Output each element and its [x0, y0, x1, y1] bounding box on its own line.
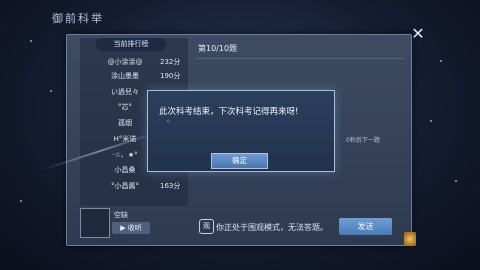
list-item: @小涂涂@ 232分	[96, 56, 188, 68]
next-question-countdown: 0秒后下一题	[346, 137, 380, 144]
app-title: 御前科举	[52, 12, 104, 25]
divider	[196, 58, 404, 59]
spectator-notice: 你正处于围观模式，无法答题。	[216, 223, 328, 232]
rank-name: 小昌桑	[114, 166, 136, 174]
rank-name: 孤烟	[118, 119, 132, 127]
rank-name: い過兒々	[111, 88, 139, 96]
send-button[interactable]: 发送	[339, 218, 392, 235]
dialog-message: 此次科考结束，下次科考记得再来呀!	[159, 107, 299, 117]
listen-button[interactable]: ▶ 收听	[112, 222, 150, 234]
confirm-button[interactable]: 确定	[211, 153, 268, 169]
rank-name: °芯°	[118, 103, 132, 111]
list-item: °小昌酱° 163分	[96, 180, 188, 192]
question-counter: 第10/10题	[198, 44, 238, 53]
lantern-icon	[404, 232, 416, 246]
rank-name: ·☆、★°	[112, 151, 138, 159]
view-mode-icon: 观	[199, 219, 214, 234]
rank-score: 190分	[160, 72, 181, 80]
rank-name: 涂山墨墨	[111, 72, 139, 80]
avatar	[80, 208, 110, 238]
list-item: 涂山墨墨 190分	[96, 70, 188, 82]
rank-name: @小涂涂@	[107, 58, 143, 66]
user-name: 空缺	[114, 211, 128, 219]
rank-score: 232分	[160, 58, 181, 66]
rank-name: °小昌酱°	[111, 182, 139, 190]
rank-score: 163分	[160, 182, 181, 190]
dialog-decor-icon: ◦	[166, 117, 171, 126]
ranking-header: 当前排行榜	[96, 38, 166, 51]
